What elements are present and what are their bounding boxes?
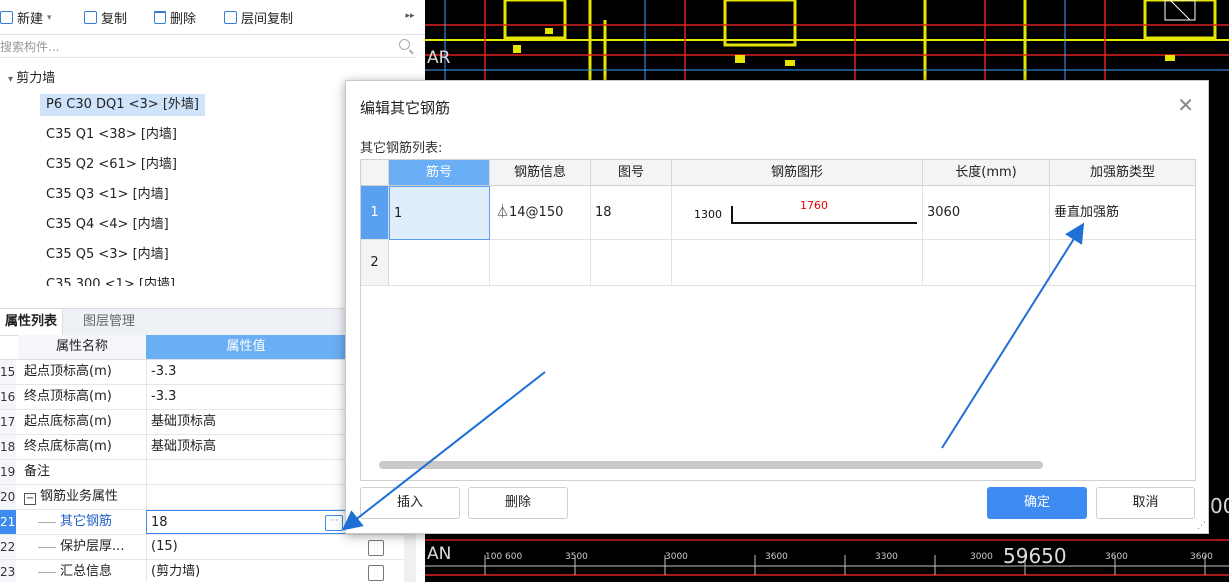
dimension-text: 600: [505, 552, 523, 562]
search-icon[interactable]: [399, 39, 410, 50]
delete-row-button[interactable]: 删除: [468, 487, 568, 519]
dropdown-arrow-icon: ▾: [47, 12, 52, 23]
more-options-icon[interactable]: ···: [325, 515, 343, 531]
dimension-text: 3300: [875, 552, 898, 562]
dimension-text: 3600: [1190, 552, 1213, 562]
dialog-title: 编辑其它钢筋: [360, 99, 451, 117]
row-number[interactable]: 2: [361, 240, 389, 286]
figure-no-cell[interactable]: 18: [591, 186, 672, 240]
resize-grip-icon[interactable]: ⋰: [1197, 521, 1206, 531]
header-property-name: 属性名称: [18, 335, 146, 359]
delete-button[interactable]: 删除: [154, 8, 196, 27]
reinforcement-type-cell[interactable]: [1050, 240, 1195, 286]
edit-other-rebar-dialog: 编辑其它钢筋 ✕ 其它钢筋列表: 筋号 钢筋信息 图号 钢筋图形 长度(mm) …: [345, 80, 1209, 534]
length-cell[interactable]: 3060: [923, 186, 1050, 240]
dimension-text: 3600: [765, 552, 788, 562]
tab-properties[interactable]: 属性列表: [0, 309, 64, 335]
component-toolbar: 新建 ▾ 复制 删除 层间复制 ▸▸: [0, 0, 425, 35]
tree-item[interactable]: C35 Q4 <4> [内墙]: [46, 214, 169, 236]
column-header-bar-no[interactable]: 筋号: [389, 160, 490, 186]
header-property-value: 属性值: [146, 335, 346, 359]
length-cell[interactable]: [923, 240, 1050, 286]
cancel-button[interactable]: 取消: [1096, 487, 1195, 519]
floor-copy-icon: [224, 11, 237, 24]
column-header-rebar-info[interactable]: 钢筋信息: [490, 160, 591, 186]
tree-item[interactable]: C35 Q5 <3> [内墙]: [46, 244, 169, 266]
collapse-panel-icon[interactable]: ▸▸: [400, 6, 420, 26]
checkbox[interactable]: [368, 565, 384, 581]
dimension-text: 3000: [665, 552, 688, 562]
column-header-length[interactable]: 长度(mm): [923, 160, 1050, 186]
dimension-label-partial: 00: [1210, 494, 1229, 518]
total-dimension-label: 59650: [1003, 544, 1067, 568]
dialog-subtitle: 其它钢筋列表:: [360, 141, 443, 156]
row-number-header: [361, 160, 389, 186]
collapse-group-icon[interactable]: −: [24, 493, 36, 505]
column-header-rebar-shape[interactable]: 钢筋图形: [672, 160, 923, 186]
row-number[interactable]: 1: [361, 186, 389, 240]
column-header-figure-no[interactable]: 图号: [591, 160, 672, 186]
other-rebar-table: 筋号 钢筋信息 图号 钢筋图形 长度(mm) 加强筋类型 1 1 ⏃14@150…: [360, 159, 1196, 481]
insert-button[interactable]: 插入: [360, 487, 460, 519]
ok-button[interactable]: 确定: [987, 487, 1087, 519]
copy-button[interactable]: 复制: [84, 8, 127, 27]
rebar-info-cell[interactable]: [490, 240, 591, 286]
floor-copy-button[interactable]: 层间复制: [224, 8, 293, 27]
tree-item[interactable]: C35 Q1 <38> [内墙]: [46, 124, 177, 146]
dimension-text: 100: [485, 552, 503, 562]
dimension-text: 3600: [1105, 552, 1128, 562]
tree-item[interactable]: C35 300 <1> [内墙]: [46, 274, 175, 286]
dimension-text: 3500: [565, 552, 588, 562]
expand-arrow-icon[interactable]: ▾: [8, 74, 16, 85]
reinforcement-type-cell[interactable]: 垂直加强筋: [1050, 186, 1195, 240]
rebar-shape-cell[interactable]: 1300 1760: [672, 186, 923, 240]
horizontal-scrollbar[interactable]: [379, 461, 1043, 469]
column-header-reinforcement-type[interactable]: 加强筋类型: [1050, 160, 1195, 186]
other-rebar-value-input[interactable]: 18 ···: [146, 510, 346, 534]
tab-layers[interactable]: 图层管理: [78, 309, 140, 335]
copy-icon: [84, 11, 97, 24]
tree-item[interactable]: P6 C30 DQ1 <3> [外墙]: [40, 94, 205, 116]
tree-root-shear-wall[interactable]: ▾ 剪力墙: [8, 67, 55, 86]
new-button[interactable]: 新建 ▾: [0, 8, 52, 27]
tree-item[interactable]: C35 Q3 <1> [内墙]: [46, 184, 169, 206]
rebar-shape-cell[interactable]: [672, 240, 923, 286]
property-row[interactable]: 23 汇总信息 (剪力墙): [0, 560, 405, 582]
rebar-info-cell[interactable]: ⏃14@150: [490, 186, 591, 240]
new-icon: [0, 11, 13, 24]
axis-label-ar: AR: [427, 48, 451, 68]
search-input[interactable]: 搜索构件...: [0, 35, 416, 58]
axis-label-an: AN: [427, 544, 452, 564]
tree-item[interactable]: C35 Q2 <61> [内墙]: [46, 154, 177, 176]
trash-icon: [154, 11, 166, 24]
dimension-text: 3000: [970, 552, 993, 562]
figure-no-cell[interactable]: [591, 240, 672, 286]
bar-no-cell[interactable]: [389, 240, 490, 286]
bar-no-cell[interactable]: 1: [389, 186, 490, 240]
close-icon[interactable]: ✕: [1177, 93, 1194, 117]
property-row[interactable]: 22 保护层厚... (15): [0, 535, 405, 560]
rebar-shape-drawing: [731, 206, 917, 224]
checkbox[interactable]: [368, 540, 384, 556]
